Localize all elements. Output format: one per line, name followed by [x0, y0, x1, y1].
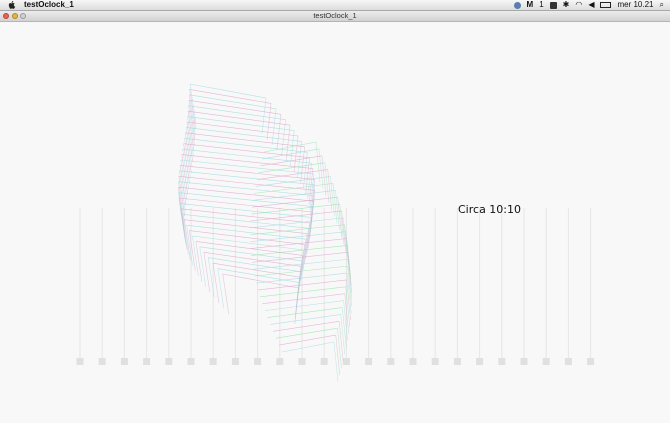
column-foot: [98, 358, 106, 365]
wire-line: [343, 300, 348, 341]
column-foot: [587, 358, 595, 365]
battery-icon[interactable]: [600, 2, 612, 8]
wire-line: [276, 114, 282, 151]
column-foot: [520, 358, 528, 365]
wire-line: [315, 141, 321, 183]
wire-line: [341, 307, 347, 348]
wire-line: [324, 162, 330, 203]
sketch-drawing: [76, 83, 595, 383]
wire-line: [318, 148, 324, 189]
wire-line: [327, 169, 333, 210]
sync-icon[interactable]: [513, 1, 521, 9]
column-foot: [387, 358, 395, 365]
wire-line: [340, 314, 346, 355]
column-foot: [76, 358, 84, 365]
window-titlebar[interactable]: testOclock_1: [0, 11, 670, 22]
wire-line: [266, 103, 272, 140]
wire-line: [182, 213, 309, 229]
wire-line: [338, 321, 344, 362]
bluetooth-icon[interactable]: ✱: [563, 0, 570, 10]
column-foot: [365, 358, 373, 365]
column-foot: [165, 358, 173, 365]
column-foot: [254, 358, 262, 365]
wire-line: [330, 176, 335, 217]
wire-line: [294, 287, 300, 325]
wifi-icon[interactable]: ◠: [575, 0, 582, 10]
wire-line: [179, 170, 315, 186]
volume-icon[interactable]: ◀: [588, 0, 594, 10]
apple-icon[interactable]: [8, 0, 16, 10]
wire-line: [178, 192, 314, 207]
status-area: M 1 ✱ ◠ ◀ mer 10.21 ⌕: [513, 0, 664, 10]
column-foot: [409, 358, 417, 365]
wire-line: [332, 183, 338, 224]
wire-line: [178, 197, 313, 213]
column-foot: [431, 358, 439, 365]
wire-line: [337, 328, 342, 369]
wire-line: [335, 335, 341, 376]
column-foot: [187, 358, 195, 365]
app-menu-name[interactable]: testOclock_1: [24, 0, 74, 10]
spotlight-icon[interactable]: ⌕: [660, 0, 664, 10]
column-foot: [209, 358, 217, 365]
column-foot: [276, 358, 284, 365]
column-foot: [143, 358, 151, 365]
wire-line: [180, 208, 310, 224]
mail-icon[interactable]: M: [527, 0, 534, 10]
column-foot: [120, 358, 128, 365]
wire-line: [184, 219, 308, 235]
time-caption: Circa 10:10: [458, 203, 522, 216]
wire-line: [203, 252, 211, 293]
sketch-canvas: Circa 10:10: [0, 22, 670, 418]
wireframe-object: [178, 83, 353, 383]
wire-line: [281, 119, 286, 156]
wire-line: [179, 203, 311, 218]
menubar: testOclock_1 M 1 ✱ ◠ ◀ mer 10.21 ⌕: [0, 0, 670, 11]
column-foot: [542, 358, 550, 365]
wire-line: [181, 154, 313, 169]
window-title: testOclock_1: [313, 11, 357, 20]
app-status-icon[interactable]: [549, 1, 557, 9]
column-foot: [476, 358, 484, 365]
wire-line: [178, 181, 315, 197]
wire-line: [333, 341, 339, 383]
wire-line: [261, 97, 267, 135]
wire-line: [195, 241, 203, 282]
column-foot: [498, 358, 506, 365]
column-foot: [231, 358, 239, 365]
wire-line: [347, 259, 353, 300]
column-foot: [564, 358, 572, 365]
wire-line: [321, 155, 327, 196]
wire-line: [199, 246, 207, 287]
wire-line: [178, 186, 314, 202]
status-count: 1: [539, 0, 544, 9]
wire-line: [183, 143, 310, 159]
column-foot: [298, 358, 306, 365]
menubar-clock[interactable]: mer 10.21: [617, 0, 653, 10]
column-foot: [342, 358, 350, 365]
column-foot: [453, 358, 461, 365]
wire-line: [180, 159, 314, 175]
column-foot: [320, 358, 328, 365]
wire-line: [271, 108, 277, 145]
